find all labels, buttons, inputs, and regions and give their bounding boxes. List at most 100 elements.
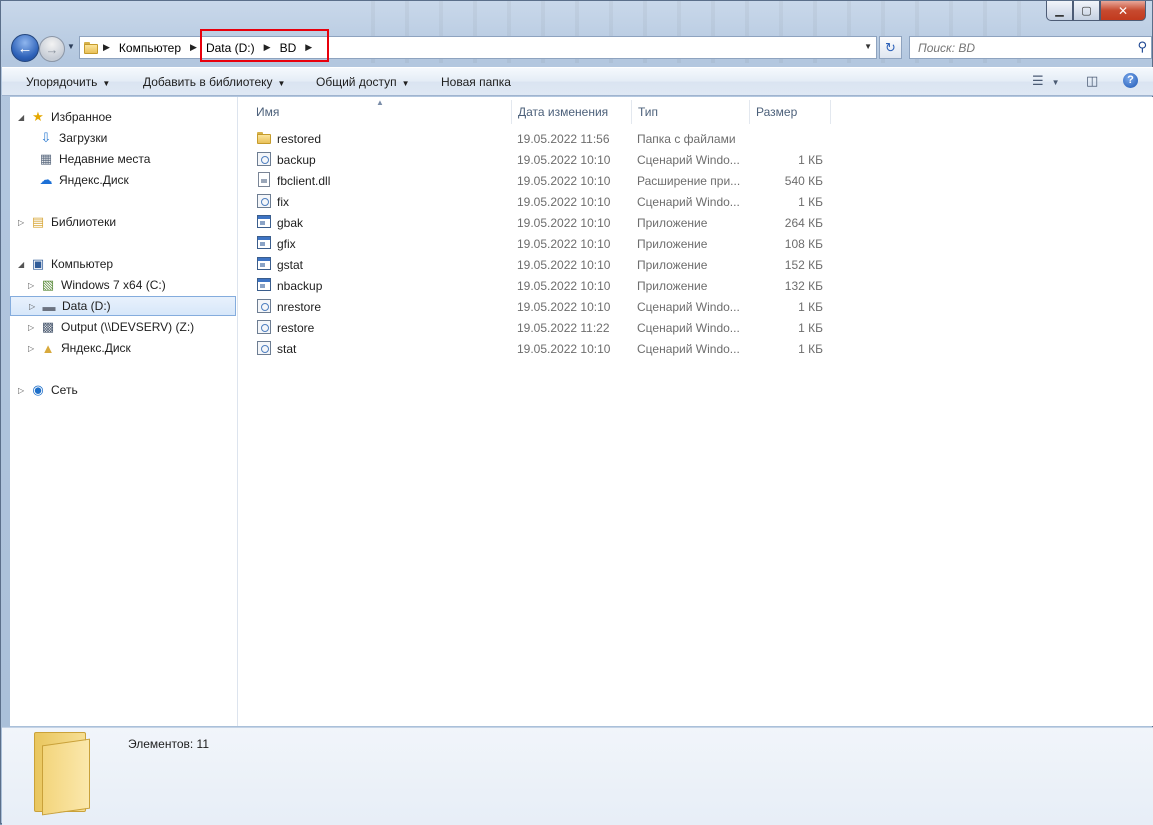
forward-button[interactable]: → (39, 36, 65, 62)
file-row[interactable]: backup 19.05.2022 10:10 Сценарий Windo..… (253, 150, 833, 171)
maximize-button[interactable]: ▢ (1073, 1, 1100, 21)
file-size: 1 КБ (798, 321, 823, 335)
sidebar-item-yandex-disk[interactable]: ☁ Яндекс.Диск (38, 170, 129, 190)
search-input[interactable] (916, 37, 1120, 59)
sidebar-item-label: Data (D:) (62, 299, 111, 313)
expanded-arrow-icon[interactable]: ◢ (18, 260, 28, 269)
collapsed-arrow-icon[interactable]: ▷ (18, 218, 28, 227)
sidebar-item-downloads[interactable]: ⇩ Загрузки (38, 128, 108, 148)
refresh-button[interactable]: ↻ (879, 36, 902, 59)
script-icon (256, 298, 272, 314)
sort-ascending-icon: ▲ (376, 98, 384, 107)
file-name: backup (277, 153, 316, 167)
file-name: restore (277, 321, 315, 335)
minimize-icon: ▁ (1055, 5, 1064, 17)
share-menu[interactable]: Общий доступ ▼ (316, 75, 410, 89)
close-button[interactable]: ✕ (1100, 1, 1146, 21)
column-header-size[interactable]: Размер (750, 100, 831, 124)
column-type-label: Тип (638, 105, 659, 119)
column-header-type[interactable]: Тип (632, 100, 750, 124)
organize-menu[interactable]: Упорядочить ▼ (26, 75, 110, 89)
address-bar[interactable]: ▶ Компьютер ▶ Data (D:) ▶ BD ▶ ▼ (79, 36, 877, 59)
column-date-label: Дата изменения (518, 105, 609, 119)
new-folder-button[interactable]: Новая папка (441, 75, 511, 89)
file-row[interactable]: fix 19.05.2022 10:10 Сценарий Windo... 1… (253, 192, 833, 213)
search-icon[interactable]: ⚲ (1137, 39, 1147, 55)
sidebar-item-network[interactable]: ▷ ◉ Сеть (18, 380, 78, 400)
sidebar-item-recent-places[interactable]: ▦ Недавние места (38, 149, 151, 169)
file-name: nrestore (277, 300, 322, 314)
dropdown-arrow-icon: ▼ (277, 79, 286, 88)
network-drive-icon: ▩ (41, 319, 55, 334)
command-bar: Упорядочить ▼ Добавить в библиотеку ▼ Общи… (2, 67, 1153, 96)
sidebar-item-label: Загрузки (59, 131, 108, 145)
sidebar-item-computer[interactable]: ◢ ▣ Компьютер (18, 254, 113, 274)
large-folder-icon (34, 732, 90, 816)
back-button[interactable]: ← (11, 34, 39, 62)
script-icon (256, 193, 272, 209)
minimize-button[interactable]: ▁ (1046, 1, 1073, 21)
drive-icon: ▬ (42, 298, 56, 314)
file-row[interactable]: gfix 19.05.2022 10:10 Приложение 108 КБ (253, 234, 833, 255)
network-icon: ◉ (32, 382, 44, 397)
sidebar-item-favorites[interactable]: ◢ ★ Избранное (18, 107, 112, 127)
file-type: Расширение при... (637, 174, 741, 188)
sidebar-item-label: Сеть (51, 383, 78, 397)
caption-buttons: ▁ ▢ ✕ (1046, 1, 1146, 21)
column-header-date[interactable]: Дата изменения (512, 100, 632, 124)
file-row[interactable]: gstat 19.05.2022 10:10 Приложение 152 КБ (253, 255, 833, 276)
collapsed-arrow-icon[interactable]: ▷ (28, 344, 38, 353)
file-row[interactable]: stat 19.05.2022 10:10 Сценарий Windo... … (253, 339, 833, 360)
help-button[interactable]: ? (1123, 73, 1138, 88)
sidebar-item-yandex-disk-folder[interactable]: ▷ ▲ Яндекс.Диск (28, 338, 131, 358)
libraries-icon: ▤ (31, 214, 45, 229)
file-type: Сценарий Windo... (637, 300, 740, 314)
file-row[interactable]: nbackup 19.05.2022 10:10 Приложение 132 … (253, 276, 833, 297)
dropdown-arrow-icon: ▼ (102, 79, 111, 88)
preview-pane-icon: ◫ (1086, 73, 1099, 88)
address-history-dropdown-icon[interactable]: ▼ (864, 42, 872, 51)
expanded-arrow-icon[interactable]: ◢ (18, 113, 28, 122)
script-icon (256, 151, 272, 167)
maximize-icon: ▢ (1081, 5, 1092, 17)
search-box[interactable]: ⚲ (909, 36, 1152, 59)
breadcrumb-computer[interactable]: Компьютер (115, 37, 185, 58)
file-type: Приложение (637, 237, 708, 251)
file-row[interactable]: restored 19.05.2022 11:56 Папка с файлам… (253, 129, 833, 150)
file-date: 19.05.2022 10:10 (517, 237, 611, 251)
new-folder-label: Новая папка (441, 75, 511, 89)
recent-pages-dropdown[interactable]: ▼ (67, 42, 75, 51)
file-row[interactable]: fbclient.dll 19.05.2022 10:10 Расширение… (253, 171, 833, 192)
collapsed-arrow-icon[interactable]: ▷ (28, 281, 38, 290)
refresh-icon: ↻ (885, 39, 896, 55)
system-drive-icon: ▧ (41, 277, 55, 292)
file-row[interactable]: restore 19.05.2022 11:22 Сценарий Windo.… (253, 318, 833, 339)
organize-label: Упорядочить (26, 75, 98, 89)
breadcrumb-separator-icon[interactable]: ▶ (98, 42, 115, 53)
collapsed-arrow-icon[interactable]: ▷ (28, 323, 38, 332)
app-icon (256, 235, 272, 251)
collapsed-arrow-icon[interactable]: ▷ (18, 386, 28, 395)
file-date: 19.05.2022 10:10 (517, 174, 611, 188)
view-options-button[interactable]: ☰ ▼ (1032, 73, 1060, 89)
file-size: 1 КБ (798, 195, 823, 209)
yandex-disk-folder-icon: ▲ (41, 340, 55, 356)
file-name: fbclient.dll (277, 174, 331, 188)
file-row[interactable]: nrestore 19.05.2022 10:10 Сценарий Windo… (253, 297, 833, 318)
sidebar-item-label: Windows 7 x64 (C:) (61, 278, 166, 292)
downloads-icon: ⇩ (40, 130, 52, 145)
file-row[interactable]: gbak 19.05.2022 10:10 Приложение 264 КБ (253, 213, 833, 234)
sidebar-item-label: Яндекс.Диск (61, 341, 131, 355)
sidebar-item-drive-d[interactable]: ▷ ▬ Data (D:) (10, 296, 236, 316)
file-type: Сценарий Windo... (637, 321, 740, 335)
add-to-library-label: Добавить в библиотеку (143, 75, 273, 89)
collapsed-arrow-icon[interactable]: ▷ (29, 302, 39, 311)
file-name: fix (277, 195, 289, 209)
file-name: gstat (277, 258, 304, 272)
navigation-bar: ← → ▼ ▶ Компьютер ▶ Data (D:) ▶ BD ▶ ▼ ↻… (1, 31, 1152, 65)
sidebar-item-libraries[interactable]: ▷ ▤ Библиотеки (18, 212, 116, 232)
preview-pane-button[interactable]: ◫ (1086, 73, 1098, 89)
sidebar-item-network-drive-z[interactable]: ▷ ▩ Output (\\DEVSERV) (Z:) (28, 317, 194, 337)
add-to-library-menu[interactable]: Добавить в библиотеку ▼ (143, 75, 285, 89)
sidebar-item-drive-c[interactable]: ▷ ▧ Windows 7 x64 (C:) (28, 275, 166, 295)
